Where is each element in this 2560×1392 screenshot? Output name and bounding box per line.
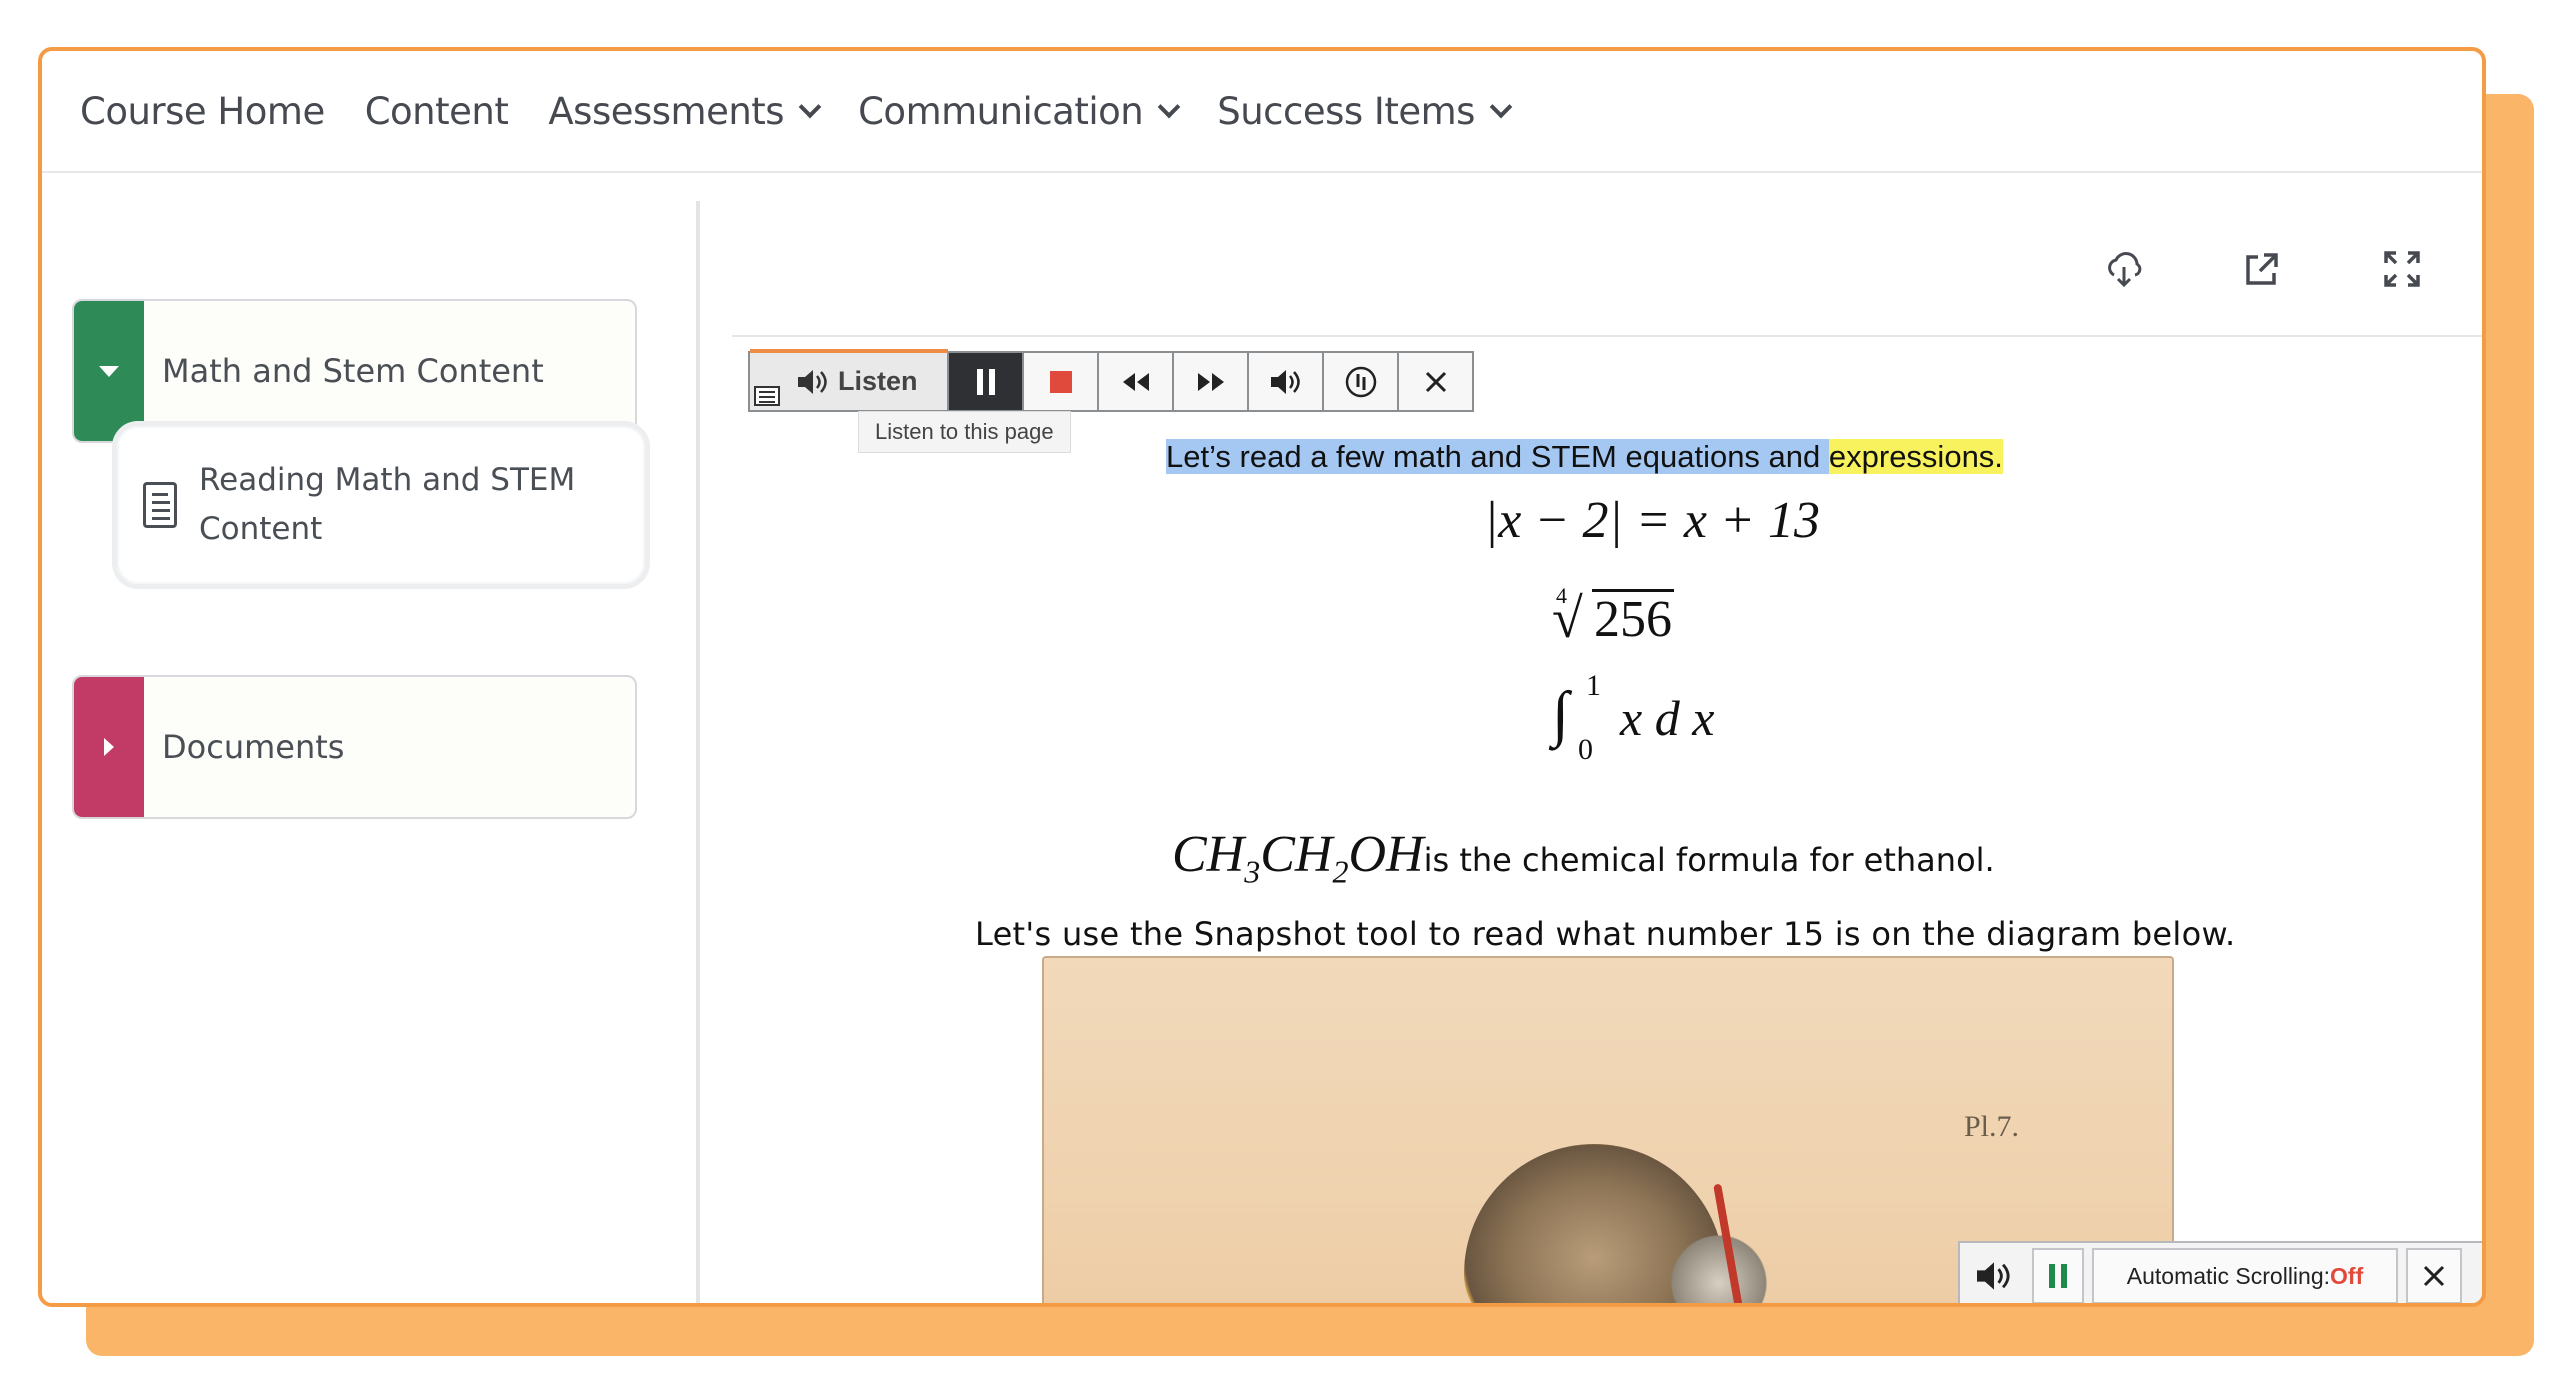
stop-icon xyxy=(1049,370,1072,393)
nav-label: Success Items xyxy=(1217,89,1475,133)
module-documents[interactable]: Documents xyxy=(72,675,637,819)
nav-content[interactable]: Content xyxy=(365,90,509,133)
topic-title-line2: Content xyxy=(199,511,323,547)
pause-icon xyxy=(976,368,983,395)
intro-sentence: Let’s read a few math and STEM equations… xyxy=(1166,435,2003,479)
content-sidebar: Math and Stem Content Reading Math and S… xyxy=(42,175,702,1303)
close-button[interactable] xyxy=(1397,353,1472,410)
auto-scroll-toggle[interactable]: Automatic Scrolling: Off xyxy=(2092,1248,2398,1303)
nav-label: Course Home xyxy=(80,89,325,133)
pause-button[interactable] xyxy=(947,353,1022,410)
volume-toggle[interactable] xyxy=(1964,1248,2024,1303)
listen-tooltip: Listen to this page xyxy=(858,411,1071,453)
integral-sign: ∫ xyxy=(1552,680,1569,748)
listen-label: Listen xyxy=(838,366,918,396)
plate-label: Pl.7. xyxy=(1964,1110,2020,1143)
module-label: Math and Stem Content xyxy=(162,352,544,390)
volume-icon xyxy=(1270,369,1300,394)
topic-reading-math[interactable]: Reading Math and STEM Content xyxy=(112,421,650,589)
equation-absolute-value: |x − 2| = x + 13 xyxy=(1483,492,1821,549)
snapshot-instruction: Let's use the Snapshot tool to read what… xyxy=(975,915,2236,953)
chevron-down-icon xyxy=(1489,95,1513,119)
nav-communication[interactable]: Communication xyxy=(858,89,1181,133)
ethanol-line: CH3CH2OH is the chemical formula for eth… xyxy=(1172,825,1995,895)
radical-sign: √ xyxy=(1552,588,1583,650)
auto-scroll-state: Off xyxy=(2330,1262,2364,1289)
auto-scroll-label: Automatic Scrolling: xyxy=(2126,1262,2331,1289)
caret-down-icon[interactable] xyxy=(99,365,119,377)
document-icon xyxy=(143,482,177,528)
reading-control-bar: Automatic Scrolling: Off xyxy=(1958,1241,2482,1303)
readspeaker-toolbar: Listen xyxy=(748,349,1474,412)
chevron-down-icon xyxy=(1157,95,1181,119)
fullscreen-icon[interactable] xyxy=(2382,249,2422,289)
nav-success-items[interactable]: Success Items xyxy=(1217,89,1513,133)
integral-lower: 0 xyxy=(1578,733,1593,766)
speaker-icon xyxy=(798,369,827,394)
module-color-bar xyxy=(74,677,144,817)
nav-label: Assessments xyxy=(548,89,785,133)
close-icon xyxy=(2423,1265,2445,1287)
equation-integral: ∫ 1 0 x d x xyxy=(1552,669,1772,773)
module-color-bar xyxy=(74,301,144,441)
close-icon xyxy=(1425,371,1446,392)
fast-forward-button[interactable] xyxy=(1172,353,1247,410)
settings-button[interactable] xyxy=(1322,353,1397,410)
rewind-icon xyxy=(1122,372,1149,391)
nav-course-home[interactable]: Course Home xyxy=(80,90,325,133)
stop-button[interactable] xyxy=(1022,353,1097,410)
chemical-formula: CH3CH2OH xyxy=(1172,826,1424,890)
topic-title: Reading Math and STEM Content xyxy=(199,456,575,554)
nav-label: Communication xyxy=(858,89,1144,133)
highlighted-sentence: Let’s read a few math and STEM equations… xyxy=(1166,439,1829,474)
equation-root: 4 √ 256 xyxy=(1542,583,1742,653)
nav-label: Content xyxy=(364,89,509,133)
integrand: x d x xyxy=(1620,690,1715,746)
highlighted-word: expressions. xyxy=(1828,439,2003,474)
formula-description: is the chemical formula for ethanol. xyxy=(1423,841,1995,879)
topic-title-line1: Reading Math and STEM xyxy=(199,462,576,498)
volume-button[interactable] xyxy=(1247,353,1322,410)
fast-forward-icon xyxy=(1197,372,1224,391)
content-header-divider xyxy=(732,335,2482,337)
module-label: Documents xyxy=(162,728,345,766)
caret-right-icon[interactable] xyxy=(104,738,114,756)
close-controls-button[interactable] xyxy=(2406,1248,2462,1303)
listen-button[interactable]: Listen xyxy=(750,353,947,410)
rewind-button[interactable] xyxy=(1097,353,1172,410)
volume-icon xyxy=(1977,1262,2010,1290)
menu-icon[interactable] xyxy=(754,386,780,406)
radicand: 256 xyxy=(1592,589,1674,648)
integral-upper: 1 xyxy=(1586,669,1601,702)
app-frame: Course Home Content Assessments Communic… xyxy=(38,47,2486,1307)
chevron-down-icon xyxy=(798,95,822,119)
nav-assessments[interactable]: Assessments xyxy=(548,89,822,133)
open-external-icon[interactable] xyxy=(2242,249,2282,289)
cloud-download-icon[interactable] xyxy=(2102,247,2146,291)
settings-icon xyxy=(1345,366,1376,397)
pause-icon xyxy=(2049,1264,2055,1288)
pause-reading-button[interactable] xyxy=(2032,1248,2084,1303)
course-navbar: Course Home Content Assessments Communic… xyxy=(42,51,2482,173)
pane-divider[interactable] xyxy=(696,201,700,1303)
